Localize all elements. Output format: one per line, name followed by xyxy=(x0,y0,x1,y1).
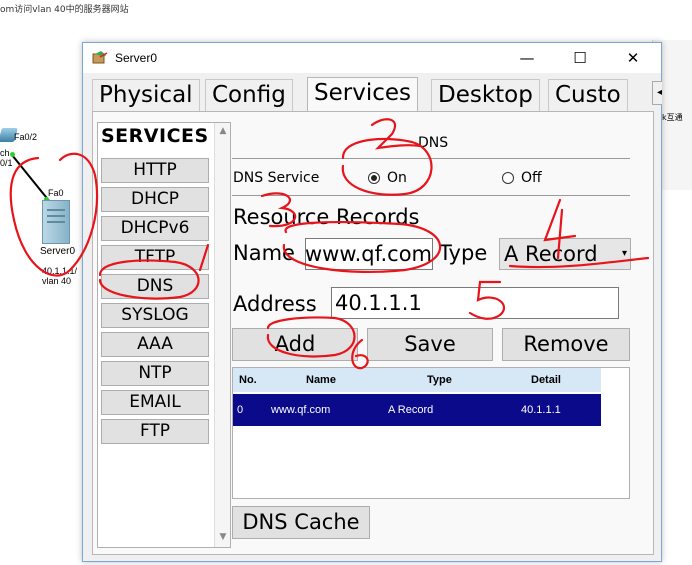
cell-name: www.qf.com xyxy=(271,404,331,416)
name-input[interactable]: www.qf.com xyxy=(305,238,433,270)
tab-desktop[interactable]: Desktop xyxy=(431,79,540,111)
service-email[interactable]: EMAIL xyxy=(101,390,209,415)
address-label: Address xyxy=(233,292,317,316)
cell-detail: 40.1.1.1 xyxy=(521,404,561,416)
window-title: Server0 xyxy=(115,51,158,65)
server-ip-label: 40.1.1.1/ xyxy=(42,266,78,276)
title-bar[interactable]: Server0 — ☐ ✕ xyxy=(83,43,661,73)
tab-services[interactable]: Services xyxy=(307,77,418,111)
link-status-dot xyxy=(10,152,15,157)
tab-scroll-arrows[interactable]: ◂▸ xyxy=(652,81,662,105)
chevron-down-icon: ▾ xyxy=(621,248,627,259)
col-header-name: Name xyxy=(306,374,336,386)
service-ntp[interactable]: NTP xyxy=(101,361,209,386)
switch-port-label: Fa0/2 xyxy=(14,132,38,142)
cell-no: 0 xyxy=(237,404,244,416)
remove-button[interactable]: Remove xyxy=(502,328,630,361)
scroll-up-icon[interactable]: ▲ xyxy=(215,123,231,139)
dns-off-radio[interactable] xyxy=(502,172,514,184)
dns-service-label: DNS Service xyxy=(233,170,320,186)
server-port-label: Fa0 xyxy=(48,188,64,198)
tab-physical[interactable]: Physical xyxy=(92,79,200,111)
server-config-window: Server0 — ☐ ✕ Physical Config Services D… xyxy=(82,42,662,562)
services-heading: SERVICES xyxy=(101,125,209,147)
dns-on-label: On xyxy=(387,170,407,186)
table-row[interactable]: 0 www.qf.com A Record 40.1.1.1 xyxy=(233,394,601,426)
dns-on-radio[interactable] xyxy=(368,172,380,184)
services-scrollbar[interactable]: ▲ ▼ xyxy=(214,123,230,547)
service-http[interactable]: HTTP xyxy=(101,158,209,183)
records-table: No. Name Type Detail 0 www.qf.com A Reco… xyxy=(232,367,630,499)
scroll-down-icon[interactable]: ▼ xyxy=(215,529,231,545)
switch-name-label: ch xyxy=(0,148,10,158)
services-content: SERVICES HTTP DHCP DHCPv6 TFTP DNS SYSLO… xyxy=(92,111,654,555)
background-text: k互通 xyxy=(662,113,683,122)
resource-records-title: Resource Records xyxy=(233,205,420,229)
screen: om访问vlan 40中的服务器网站 Fa0/2 ch 0/1 Fa0 Serv… xyxy=(0,0,692,565)
dns-cache-button[interactable]: DNS Cache xyxy=(232,506,370,539)
maximize-button[interactable]: ☐ xyxy=(558,45,602,71)
col-header-detail: Detail xyxy=(531,374,561,386)
server-device-name: Server0 xyxy=(40,246,76,257)
instruction-caption: om访问vlan 40中的服务器网站 xyxy=(0,5,129,15)
service-syslog[interactable]: SYSLOG xyxy=(101,303,209,328)
type-select-value: A Record xyxy=(504,242,598,266)
tab-custom[interactable]: Custo xyxy=(548,79,628,111)
services-list: SERVICES HTTP DHCP DHCPv6 TFTP DNS SYSLO… xyxy=(97,122,231,548)
server-device-icon[interactable] xyxy=(42,200,70,244)
add-button[interactable]: Add xyxy=(232,328,358,361)
topology-canvas: Fa0/2 ch 0/1 Fa0 Server0 40.1.1.1/ vlan … xyxy=(0,20,82,320)
service-tftp[interactable]: TFTP xyxy=(101,245,209,270)
address-input[interactable]: 40.1.1.1 xyxy=(331,287,619,319)
service-aaa[interactable]: AAA xyxy=(101,332,209,357)
name-label: Name xyxy=(233,241,295,265)
type-label: Type xyxy=(439,241,488,265)
server-vlan-label: vlan 40 xyxy=(42,276,72,286)
type-select[interactable]: A Record ▾ xyxy=(499,238,631,270)
save-button[interactable]: Save xyxy=(367,328,493,361)
cell-type: A Record xyxy=(388,404,434,416)
server-app-icon xyxy=(92,51,108,64)
divider xyxy=(232,195,630,196)
close-button[interactable]: ✕ xyxy=(611,45,655,71)
tab-bar: Physical Config Services Desktop Custo ◂… xyxy=(92,77,662,111)
service-dns[interactable]: DNS xyxy=(101,274,209,299)
service-dhcpv6[interactable]: DHCPv6 xyxy=(101,216,209,241)
minimize-button[interactable]: — xyxy=(505,45,549,71)
divider xyxy=(232,158,630,159)
tab-config[interactable]: Config xyxy=(205,79,293,111)
switch-port-label-2: 0/1 xyxy=(0,158,13,168)
service-dhcp[interactable]: DHCP xyxy=(101,187,209,212)
col-header-type: Type xyxy=(427,374,452,386)
col-header-no: No. xyxy=(239,374,257,386)
dns-off-label: Off xyxy=(521,170,542,186)
dns-section-title: DNS xyxy=(418,135,449,151)
service-ftp[interactable]: FTP xyxy=(101,419,209,444)
